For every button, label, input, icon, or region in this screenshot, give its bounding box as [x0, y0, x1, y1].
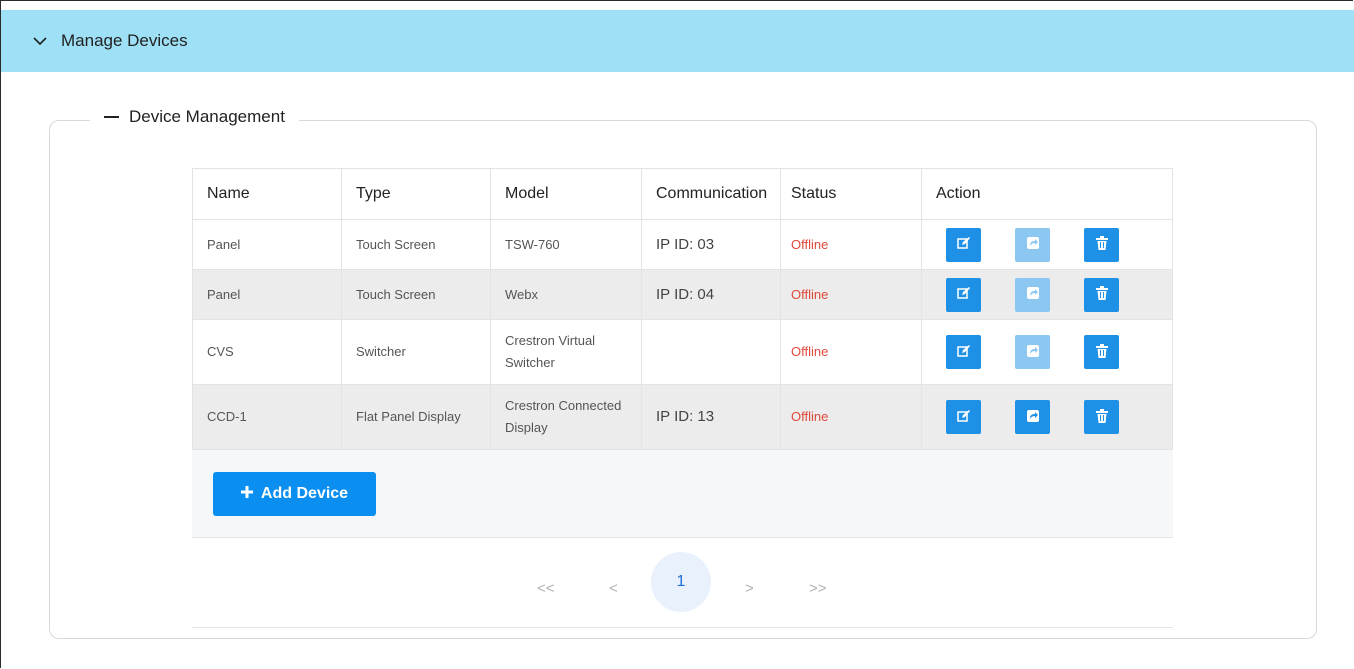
device-name: Panel: [192, 219, 342, 270]
pagination: << < 1 > >>: [192, 537, 1173, 628]
device-status: Offline: [780, 384, 922, 450]
column-header-type[interactable]: Type: [341, 168, 491, 220]
device-table: Name Type Model Communication Status Act…: [192, 168, 1173, 450]
first-page-button[interactable]: <<: [537, 581, 555, 596]
header-title: Manage Devices: [61, 31, 188, 50]
device-model: Crestron Virtual Switcher: [490, 319, 642, 385]
add-device-label: Add Device: [260, 485, 349, 502]
share-icon: [1026, 286, 1040, 303]
table-row: CVS Switcher Crestron Virtual Switcher O…: [192, 319, 1173, 385]
device-type: Flat Panel Display: [341, 384, 491, 450]
device-status: Offline: [780, 269, 922, 320]
trash-icon: [1095, 286, 1108, 303]
delete-button[interactable]: [1084, 335, 1119, 369]
edit-icon: [956, 286, 971, 303]
action-cell: [921, 219, 1173, 270]
delete-button[interactable]: [1084, 227, 1119, 262]
trash-icon: [1095, 408, 1108, 426]
share-button[interactable]: [1015, 400, 1050, 434]
device-model: Webx: [490, 269, 642, 320]
share-icon: [1026, 409, 1040, 426]
trash-icon: [1095, 343, 1108, 361]
device-status: Offline: [780, 319, 922, 385]
delete-button[interactable]: [1084, 277, 1119, 312]
share-button[interactable]: [1015, 277, 1050, 312]
share-button[interactable]: [1015, 335, 1050, 369]
device-communication: IP ID: 04: [641, 269, 781, 320]
section-title: Device Management: [129, 107, 285, 126]
device-type: Switcher: [341, 319, 491, 385]
action-cell: [921, 384, 1173, 450]
prev-page-button[interactable]: <: [609, 581, 618, 596]
add-device-button[interactable]: Add Device: [213, 472, 376, 516]
column-header-communication[interactable]: Communication: [641, 168, 781, 220]
column-header-action: Action: [921, 168, 1173, 220]
delete-button[interactable]: [1084, 400, 1119, 434]
column-header-model[interactable]: Model: [490, 168, 642, 220]
device-name: Panel: [192, 269, 342, 320]
chevron-down-icon[interactable]: [33, 33, 49, 49]
current-page-button[interactable]: 1: [651, 552, 711, 612]
device-communication: IP ID: 13: [641, 384, 781, 450]
trash-icon: [1095, 236, 1108, 253]
minus-icon[interactable]: [104, 116, 119, 118]
manage-devices-header[interactable]: Manage Devices: [1, 10, 1354, 72]
edit-button[interactable]: [946, 400, 981, 434]
edit-icon: [956, 344, 971, 361]
device-communication: [641, 319, 781, 385]
action-cell: [921, 319, 1173, 385]
column-header-status[interactable]: Status: [780, 168, 922, 220]
share-icon: [1026, 344, 1040, 361]
edit-button[interactable]: [946, 335, 981, 369]
plus-icon: [240, 485, 253, 503]
table-header-row: Name Type Model Communication Status Act…: [192, 168, 1173, 220]
table-row: CCD-1 Flat Panel Display Crestron Connec…: [192, 384, 1173, 450]
device-name: CCD-1: [192, 384, 342, 450]
edit-button[interactable]: [946, 227, 981, 262]
next-page-button[interactable]: >: [745, 581, 754, 596]
share-button[interactable]: [1015, 227, 1050, 262]
table-row: Panel Touch Screen TSW-760 IP ID: 03 Off…: [192, 219, 1173, 270]
device-model: TSW-760: [490, 219, 642, 270]
last-page-button[interactable]: >>: [809, 581, 827, 596]
share-icon: [1026, 236, 1040, 253]
device-model: Crestron Connected Display: [490, 384, 642, 450]
edit-icon: [956, 236, 971, 253]
device-communication: IP ID: 03: [641, 219, 781, 270]
edit-button[interactable]: [946, 277, 981, 312]
action-cell: [921, 269, 1173, 320]
device-type: Touch Screen: [341, 269, 491, 320]
device-management-legend[interactable]: Device Management: [90, 107, 299, 127]
column-header-name[interactable]: Name: [192, 168, 342, 220]
table-row: Panel Touch Screen Webx IP ID: 04 Offlin…: [192, 269, 1173, 320]
device-status: Offline: [780, 219, 922, 270]
edit-icon: [956, 409, 971, 426]
device-name: CVS: [192, 319, 342, 385]
device-type: Touch Screen: [341, 219, 491, 270]
